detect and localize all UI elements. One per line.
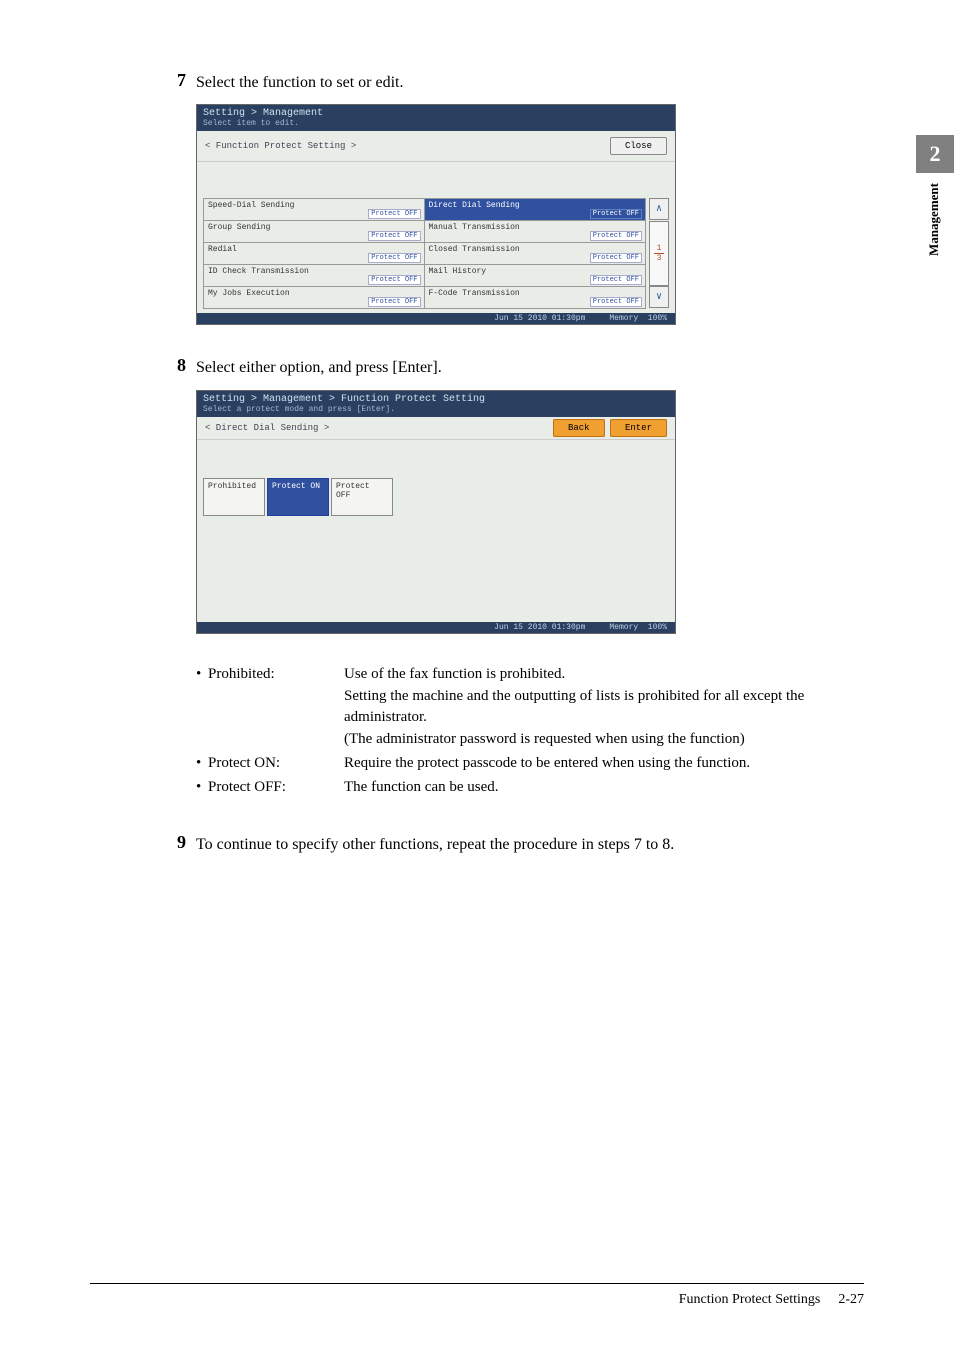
def-term: Protect OFF: bbox=[208, 777, 344, 799]
def-desc-line: (The administrator password is requested… bbox=[344, 729, 864, 751]
chapter-tab: 2 Management bbox=[916, 135, 954, 262]
option-protect-off[interactable]: Protect OFF bbox=[331, 478, 393, 516]
scroll-bar: ∧ 1 3 ∨ bbox=[649, 198, 669, 309]
step-text: Select the function to set or edit. bbox=[196, 70, 404, 94]
ss-header: Setting > Management > Function Protect … bbox=[197, 391, 675, 417]
bullet-icon: • bbox=[196, 777, 208, 799]
bullet-icon: • bbox=[196, 753, 208, 775]
status-memory-pct: 100% bbox=[648, 623, 667, 632]
option-protect-on[interactable]: Protect ON bbox=[267, 478, 329, 516]
back-button[interactable]: Back bbox=[553, 419, 605, 437]
function-cell[interactable]: My Jobs ExecutionProtect OFF bbox=[204, 287, 425, 309]
function-cell[interactable]: ID Check TransmissionProtect OFF bbox=[204, 265, 425, 287]
ss-header: Setting > Management Select item to edit… bbox=[197, 105, 675, 131]
function-cell[interactable]: Manual TransmissionProtect OFF bbox=[425, 221, 646, 243]
status-date: Jun 15 2010 01:30pm bbox=[494, 314, 585, 323]
function-cell[interactable]: RedialProtect OFF bbox=[204, 243, 425, 265]
scroll-up-button[interactable]: ∧ bbox=[649, 198, 669, 220]
function-cell-selected[interactable]: Direct Dial SendingProtect OFF bbox=[425, 199, 646, 221]
breadcrumb: Setting > Management bbox=[203, 108, 669, 119]
def-term: Protect ON: bbox=[208, 753, 344, 775]
page-indicator: 1 3 bbox=[649, 221, 669, 286]
step-number: 8 bbox=[160, 355, 186, 376]
enter-button[interactable]: Enter bbox=[610, 419, 667, 437]
bullet-icon: • bbox=[196, 664, 208, 751]
function-cell[interactable]: Group SendingProtect OFF bbox=[204, 221, 425, 243]
screenshot-management: Setting > Management Select item to edit… bbox=[196, 104, 676, 325]
chapter-label: Management bbox=[916, 177, 942, 262]
breadcrumb: Setting > Management > Function Protect … bbox=[203, 394, 669, 405]
step-8: 8 Select either option, and press [Enter… bbox=[160, 355, 864, 379]
status-memory-label: Memory bbox=[609, 623, 638, 632]
chapter-number: 2 bbox=[930, 141, 941, 167]
option-prohibited[interactable]: Prohibited bbox=[203, 478, 265, 516]
spacer bbox=[197, 522, 675, 622]
screenshot-protect-setting: Setting > Management > Function Protect … bbox=[196, 390, 676, 634]
function-cell[interactable]: Speed-Dial SendingProtect OFF bbox=[204, 199, 425, 221]
function-cell[interactable]: Mail HistoryProtect OFF bbox=[425, 265, 646, 287]
def-desc-line: Require the protect passcode to be enter… bbox=[344, 753, 864, 775]
spacer bbox=[197, 440, 675, 472]
step-number: 7 bbox=[160, 70, 186, 91]
close-button[interactable]: Close bbox=[610, 137, 667, 155]
chapter-number-box: 2 bbox=[916, 135, 954, 173]
scroll-down-button[interactable]: ∨ bbox=[649, 286, 669, 308]
breadcrumb-sub: Select a protect mode and press [Enter]. bbox=[203, 405, 669, 414]
status-memory-pct: 100% bbox=[648, 314, 667, 323]
page-footer: Function Protect Settings 2-27 bbox=[90, 1283, 864, 1308]
step-text: To continue to specify other functions, … bbox=[196, 832, 674, 856]
function-grid: Speed-Dial SendingProtect OFF Direct Dia… bbox=[203, 198, 646, 309]
spacer bbox=[197, 162, 675, 194]
page-number: 2-27 bbox=[838, 1292, 864, 1308]
ss-statusbar: Jun 15 2010 01:30pm Memory 100% bbox=[197, 313, 675, 324]
step-9: 9 To continue to specify other functions… bbox=[160, 832, 864, 856]
step-7: 7 Select the function to set or edit. bbox=[160, 70, 864, 94]
def-desc-line: Use of the fax function is prohibited. bbox=[344, 664, 864, 686]
definitions-list: • Prohibited: Use of the fax function is… bbox=[196, 664, 864, 799]
def-desc-line: Setting the machine and the outputting o… bbox=[344, 686, 864, 730]
def-desc-line: The function can be used. bbox=[344, 777, 864, 799]
function-cell[interactable]: F-Code TransmissionProtect OFF bbox=[425, 287, 646, 309]
status-date: Jun 15 2010 01:30pm bbox=[494, 623, 585, 632]
step-text: Select either option, and press [Enter]. bbox=[196, 355, 442, 379]
ss-toolbar: < Function Protect Setting > Close bbox=[197, 131, 675, 162]
ss-statusbar: Jun 15 2010 01:30pm Memory 100% bbox=[197, 622, 675, 633]
def-term: Prohibited: bbox=[208, 664, 344, 751]
footer-title: Function Protect Settings bbox=[679, 1292, 821, 1308]
section-label: < Direct Dial Sending > bbox=[205, 423, 329, 433]
status-memory-label: Memory bbox=[609, 314, 638, 323]
section-label: < Function Protect Setting > bbox=[205, 141, 356, 151]
step-number: 9 bbox=[160, 832, 186, 853]
ss-body: Speed-Dial SendingProtect OFF Direct Dia… bbox=[197, 194, 675, 313]
ss-toolbar: < Direct Dial Sending > Back Enter bbox=[197, 417, 675, 440]
breadcrumb-sub: Select item to edit. bbox=[203, 119, 669, 128]
function-cell[interactable]: Closed TransmissionProtect OFF bbox=[425, 243, 646, 265]
protect-options: Prohibited Protect ON Protect OFF bbox=[197, 472, 675, 522]
